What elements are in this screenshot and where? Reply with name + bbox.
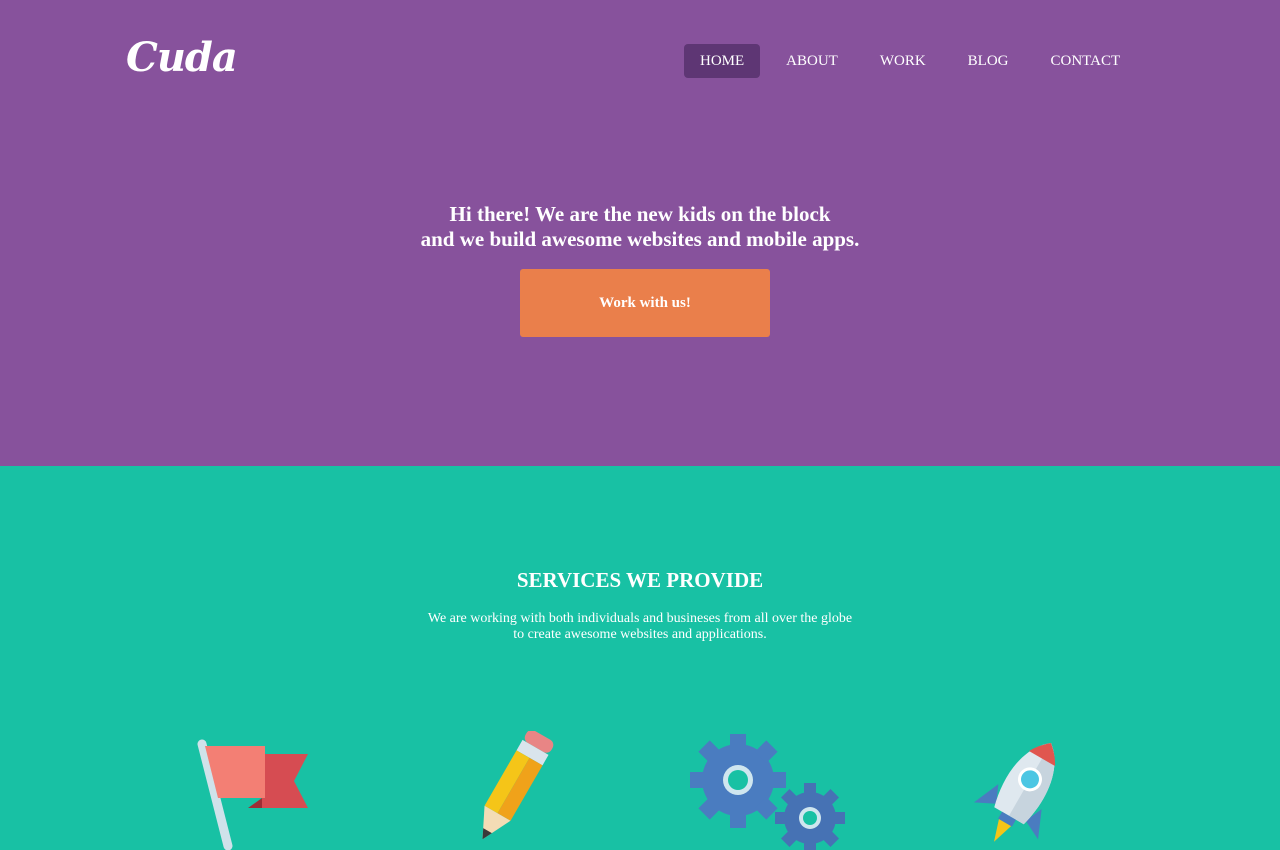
nav-item-blog[interactable]: BLOG: [952, 44, 1025, 78]
pencil-icon: [482, 731, 554, 840]
services-subtitle-line-2: to create awesome websites and applicati…: [513, 627, 767, 642]
nav-item-about[interactable]: ABOUT: [770, 44, 854, 78]
services-subtitle-line-1: We are working with both individuals and…: [427, 611, 853, 626]
hero-section: Cuda HOME ABOUT WORK BLOG CONTACT Hi the…: [0, 0, 1280, 466]
main-nav: HOME ABOUT WORK BLOG CONTACT: [684, 44, 1146, 78]
hero-line-1: Hi there! We are the new kids on the blo…: [449, 202, 831, 226]
nav-item-home[interactable]: HOME: [684, 44, 761, 78]
rocket-icon: [973, 742, 1056, 842]
flag-icon: [197, 739, 308, 850]
nav-item-contact[interactable]: CONTACT: [1035, 44, 1137, 78]
hero-headline: Hi there! We are the new kids on the blo…: [0, 202, 1280, 252]
hero-line-2: and we build awesome websites and mobile…: [420, 227, 860, 251]
services-section: SERVICES WE PROVIDE We are working with …: [0, 466, 1280, 850]
services-title: SERVICES WE PROVIDE: [516, 568, 764, 592]
logo[interactable]: Cuda: [126, 30, 238, 86]
nav-item-work[interactable]: WORK: [864, 44, 942, 78]
work-with-us-button[interactable]: Work with us!: [520, 269, 770, 337]
gears-icon: [690, 734, 845, 850]
services-subtitle: We are working with both individuals and…: [0, 611, 1280, 643]
